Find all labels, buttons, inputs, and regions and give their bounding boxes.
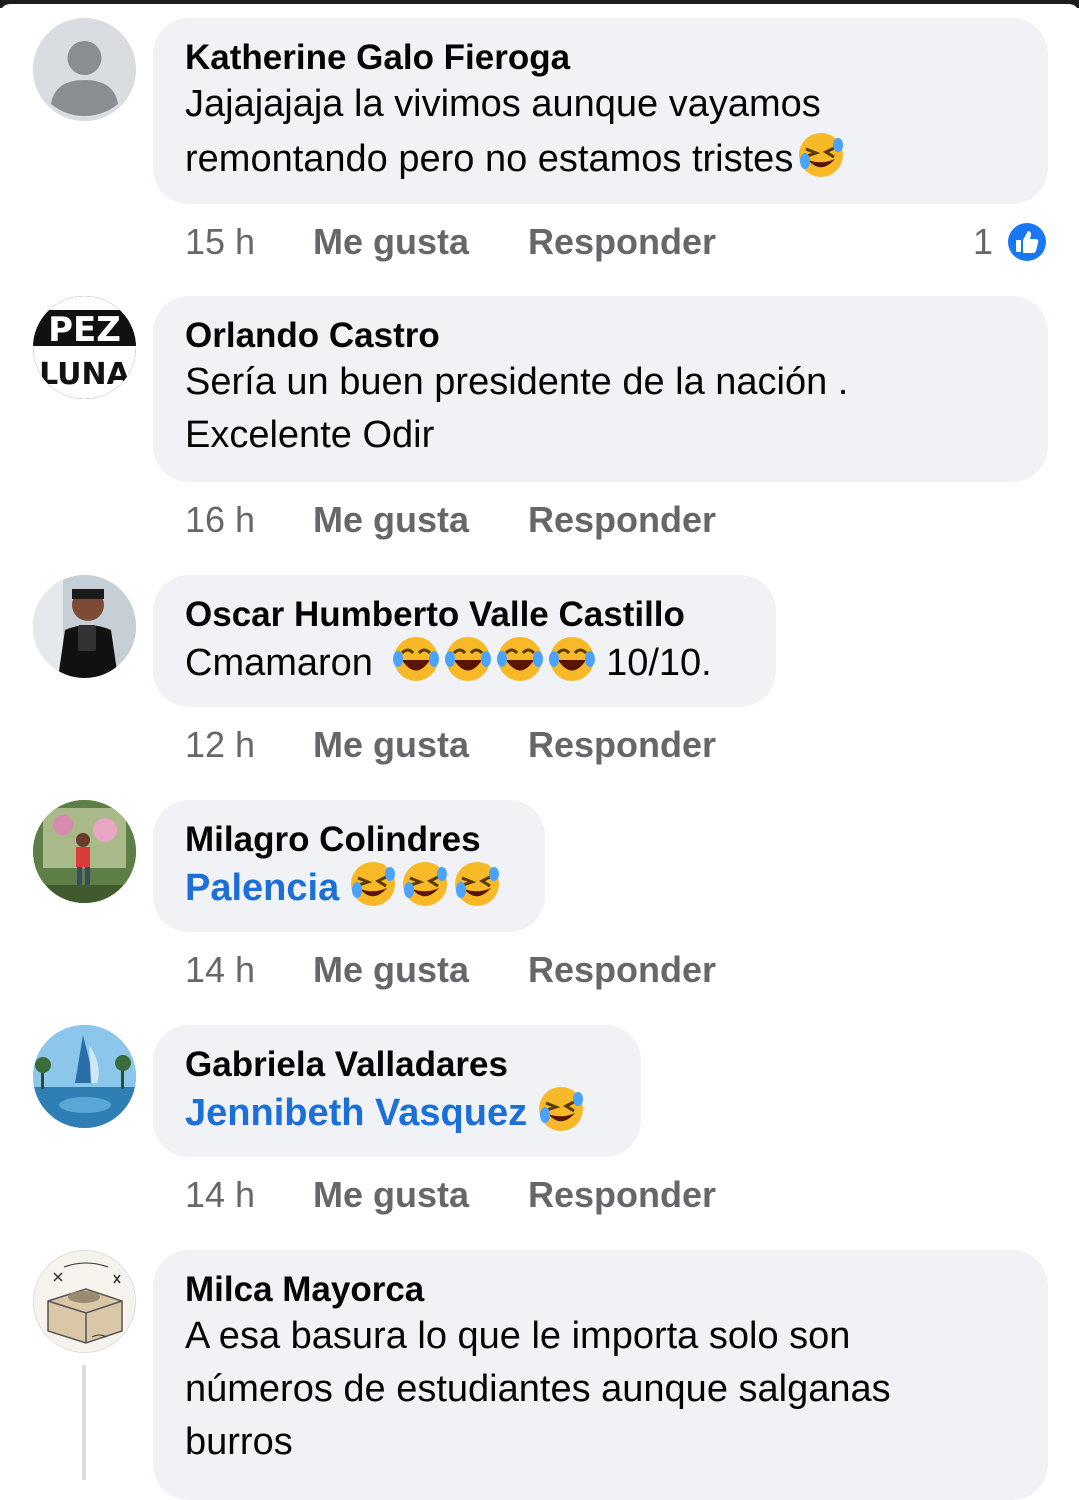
comment-text-part: 10/10. xyxy=(606,642,712,684)
reply-button[interactable]: Responder xyxy=(528,723,716,767)
like-button[interactable]: Me gusta xyxy=(313,220,469,264)
comment-text: A esa basura lo que le importa solo son xyxy=(185,1315,851,1357)
like-button[interactable]: Me gusta xyxy=(313,498,469,542)
rolling-laughing-emoji-icon xyxy=(453,860,501,908)
comment-text-line: Palencia xyxy=(185,860,513,915)
rolling-laughing-emoji-icon xyxy=(537,1085,585,1133)
comment-text-line: Jennibeth Vasquez xyxy=(185,1085,609,1140)
comment-text-part: Cmamaron xyxy=(185,642,373,684)
tears-of-joy-emoji-icon xyxy=(444,635,492,683)
comment-time[interactable]: 15 h xyxy=(185,220,255,264)
comment-text: Sería un buen presidente de la nación . xyxy=(185,361,849,403)
comment-author[interactable]: Orlando Castro xyxy=(185,316,1016,356)
rolling-laughing-emoji-icon xyxy=(797,131,845,179)
profile-photo-icon xyxy=(33,1025,136,1128)
avatar-text-bottom: LUNA xyxy=(39,357,131,392)
comment-bubble: Katherine Galo Fieroga Jajajajaja la viv… xyxy=(153,18,1048,204)
avatar-text-top: PEZ xyxy=(48,310,121,350)
comment-time[interactable]: 12 h xyxy=(185,723,255,767)
reaction-count: 1 xyxy=(973,221,994,262)
mention-link[interactable]: Jennibeth Vasquez xyxy=(185,1092,527,1134)
comment-text-line: burros xyxy=(185,1421,293,1463)
avatar[interactable] xyxy=(33,1250,136,1353)
comment-text-line: Excelente Odir xyxy=(185,414,435,456)
comment-bubble: Milca Mayorca A esa basura lo que le imp… xyxy=(153,1250,1048,1500)
profile-photo-icon xyxy=(33,575,136,678)
like-button[interactable]: Me gusta xyxy=(313,723,469,767)
comment-time[interactable]: 14 h xyxy=(185,1173,255,1217)
default-avatar-icon xyxy=(33,18,136,121)
avatar[interactable] xyxy=(33,1025,136,1128)
comment-bubble: Orlando Castro Sería un buen presidente … xyxy=(153,296,1048,482)
comment-author[interactable]: Milagro Colindres xyxy=(185,820,513,860)
comment-text-line: Cmamaron 10/10. xyxy=(185,635,744,690)
comment-bubble: Oscar Humberto Valle Castillo Cmamaron 1… xyxy=(153,575,776,707)
reply-button[interactable]: Responder xyxy=(528,948,716,992)
comment-text-line: remontando pero no estamos tristes xyxy=(185,131,1016,186)
avatar[interactable] xyxy=(33,800,136,903)
tears-of-joy-emoji-icon xyxy=(548,635,596,683)
avatar[interactable] xyxy=(33,575,136,678)
sketch-logo-icon xyxy=(34,1251,135,1352)
like-button[interactable]: Me gusta xyxy=(313,1173,469,1217)
profile-photo-icon xyxy=(33,800,136,903)
comment-time[interactable]: 14 h xyxy=(185,948,255,992)
like-icon xyxy=(1006,221,1048,263)
mention-link[interactable]: Palencia xyxy=(185,867,339,909)
pez-luna-logo-icon: PEZ LUNA xyxy=(33,296,136,399)
comment-time[interactable]: 16 h xyxy=(185,498,255,542)
comment-text: Jajajajaja la vivimos aunque vayamos xyxy=(185,83,821,125)
reply-button[interactable]: Responder xyxy=(528,498,716,542)
tears-of-joy-emoji-icon xyxy=(392,635,440,683)
comment-bubble: Milagro Colindres Palencia xyxy=(153,800,545,932)
comment-author[interactable]: Oscar Humberto Valle Castillo xyxy=(185,595,744,635)
tears-of-joy-emoji-icon xyxy=(496,635,544,683)
rolling-laughing-emoji-icon xyxy=(401,860,449,908)
comment-text-part: remontando pero no estamos tristes xyxy=(185,138,794,180)
avatar[interactable] xyxy=(33,18,136,121)
comment-author[interactable]: Gabriela Valladares xyxy=(185,1045,609,1085)
reply-button[interactable]: Responder xyxy=(528,220,716,264)
sheet-top xyxy=(0,4,1079,14)
comment-author[interactable]: Milca Mayorca xyxy=(185,1270,1016,1310)
comment-text-line: números de estudiantes aunque salganas xyxy=(185,1368,891,1410)
comment-bubble: Gabriela Valladares Jennibeth Vasquez xyxy=(153,1025,641,1157)
reply-button[interactable]: Responder xyxy=(528,1173,716,1217)
reply-thread-line xyxy=(82,1365,86,1480)
avatar[interactable]: PEZ LUNA xyxy=(33,296,136,399)
rolling-laughing-emoji-icon xyxy=(349,860,397,908)
comment-author[interactable]: Katherine Galo Fieroga xyxy=(185,38,1016,78)
like-button[interactable]: Me gusta xyxy=(313,948,469,992)
